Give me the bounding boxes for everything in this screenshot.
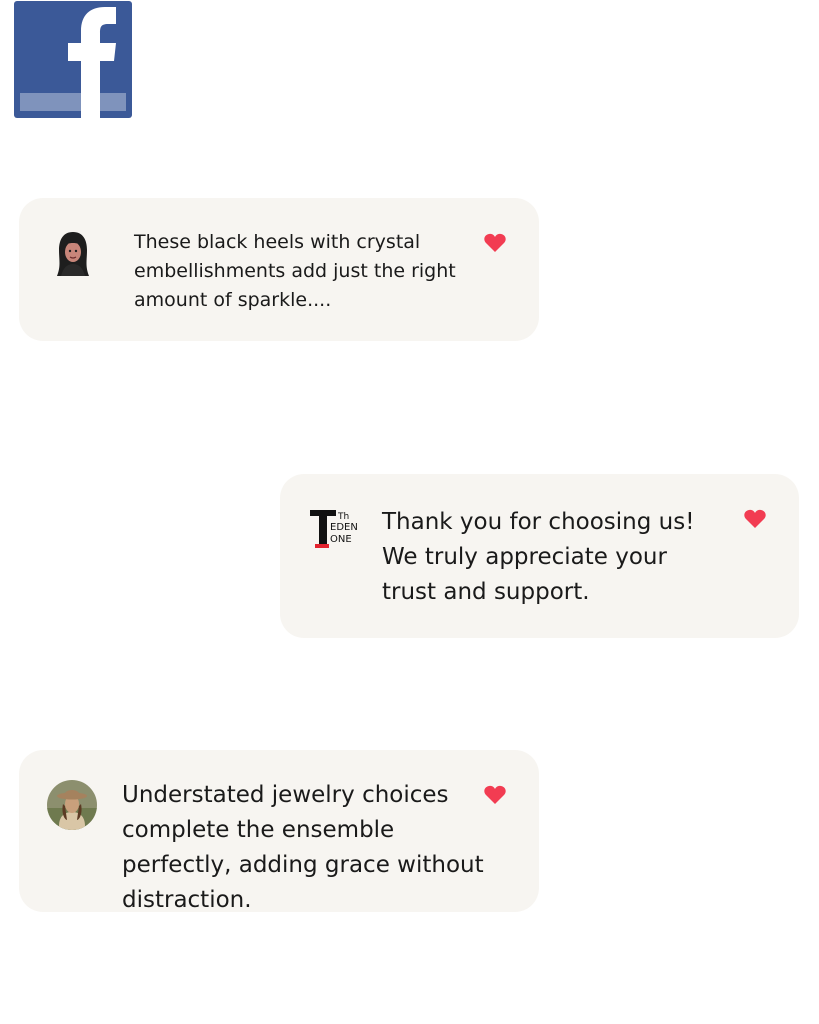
- the-eden-zone-logo[interactable]: Th EDEN ONE: [310, 510, 358, 552]
- logo-text-eden: EDEN: [330, 522, 358, 533]
- comment-bubble: These black heels with crystal embellish…: [19, 198, 539, 341]
- facebook-icon: [68, 7, 116, 118]
- heart-icon[interactable]: [744, 509, 766, 529]
- hijab-woman-avatar[interactable]: [55, 230, 91, 278]
- logo-text-th: Th: [337, 512, 349, 522]
- comment-bubble: Understated jewelry choices complete the…: [19, 750, 539, 912]
- comment-text: These black heels with crystal embellish…: [134, 231, 456, 311]
- reply-text: Thank you for choosing us! We truly appr…: [382, 509, 695, 605]
- heart-icon[interactable]: [484, 785, 506, 805]
- woman-with-hat-avatar[interactable]: [47, 780, 97, 830]
- logo-text-one: ONE: [330, 534, 352, 545]
- heart-icon[interactable]: [484, 233, 506, 253]
- reply-bubble: Th EDEN ONE Thank you for choosing us! W…: [280, 474, 799, 638]
- comment-text: Understated jewelry choices complete the…: [122, 782, 484, 912]
- facebook-logo[interactable]: [14, 1, 132, 118]
